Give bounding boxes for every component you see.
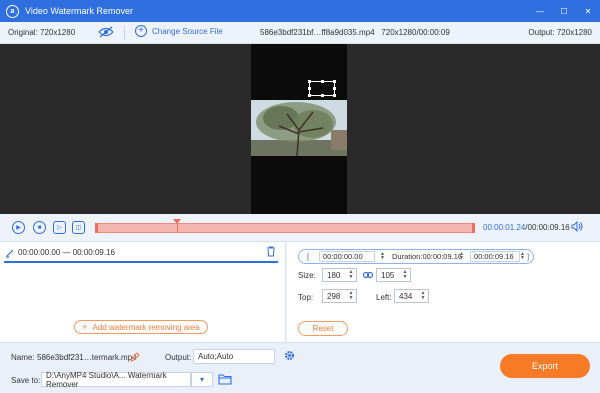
eraser-icon [5, 248, 15, 260]
bracket-end-icon[interactable]: ] [527, 252, 529, 261]
app-logo-icon: a [6, 4, 19, 18]
left-input[interactable]: 434 ▲ ▼ [394, 289, 429, 303]
maximize-button[interactable]: ☐ [552, 0, 576, 22]
end-time-spinner[interactable]: ▲ ▼ [520, 252, 525, 261]
eye-icon[interactable] [98, 26, 114, 40]
timeline-track[interactable] [95, 219, 475, 233]
change-source-button[interactable]: + Change Source File [135, 25, 223, 37]
segment-row[interactable]: 00:00:00.00 — 00:00:09.16 [4, 244, 278, 263]
left-label: Left: [376, 293, 392, 302]
time-range-bar: [ 00:00:00.00 ▲ ▼ Duration:00:00:09.16 ▲ ▼… [298, 249, 534, 264]
output-format-field[interactable]: Auto;Auto [193, 349, 275, 364]
export-button[interactable]: Export [500, 354, 590, 378]
output-name: 586e3bdf231…termark.mp4 [37, 353, 137, 362]
timecode: 00:00:01.24/00:00:09.16 [483, 223, 570, 232]
start-time-value: 00:00:00.00 [323, 252, 363, 261]
top-label: Top: [298, 293, 314, 302]
trim-end-handle[interactable] [472, 223, 475, 233]
duration-label: Duration:00:00:09.16 [392, 252, 463, 261]
height-input[interactable]: 105 ▲ ▼ [376, 268, 411, 282]
stop-icon[interactable]: ■ [33, 221, 46, 234]
start-time-spinner[interactable]: ▲ ▼ [380, 252, 385, 261]
trim-start-handle[interactable] [95, 223, 98, 233]
video-frame [251, 44, 347, 214]
segments-panel: 00:00:00.00 — 00:00:09.16 + Add watermar… [0, 242, 286, 342]
top-input[interactable]: 298 ▲ ▼ [322, 289, 357, 303]
end-time-field[interactable]: 00:00:09.16 [470, 251, 520, 262]
title-bar: a Video Watermark Remover — ☐ ✕ [0, 0, 600, 22]
play-icon[interactable]: ▶ [12, 221, 25, 234]
close-button[interactable]: ✕ [576, 0, 600, 22]
current-time: 00:00:01.24 [483, 223, 526, 232]
segment-range: 00:00:00.00 — 00:00:09.16 [18, 248, 115, 257]
add-area-label: Add watermark removing area [92, 322, 200, 332]
bracket-start-icon[interactable]: [ [307, 252, 309, 261]
watermark-selection-box[interactable] [308, 80, 336, 97]
width-input[interactable]: 180 ▲ ▼ [322, 268, 357, 282]
reset-button[interactable]: Reset [298, 321, 348, 336]
file-name: 586e3bdf231bf…ff8a9d035.mp4 [260, 28, 375, 37]
app-title: Video Watermark Remover [25, 6, 134, 16]
area-settings-panel: [ 00:00:00.00 ▲ ▼ Duration:00:00:09.16 ▲ ▼… [287, 242, 600, 342]
save-path-field[interactable]: D:\AnyMP4 Studio\A... Watermark Remover [41, 371, 191, 389]
next-frame-icon[interactable]: ▷ [53, 221, 66, 234]
start-time-field[interactable]: 00:00:00.00 [319, 251, 375, 262]
total-time: /00:00:09.16 [525, 223, 570, 232]
plus-icon: + [82, 322, 88, 332]
output-format-label: Output: [165, 353, 192, 362]
duration-spinner[interactable]: ▲ ▼ [459, 252, 464, 261]
save-path-dropdown[interactable]: ▾ [191, 372, 213, 387]
size-label: Size: [298, 271, 316, 280]
video-preview [0, 44, 600, 214]
link-icon[interactable] [362, 271, 374, 281]
trash-icon[interactable] [266, 246, 276, 259]
add-watermark-area-button[interactable]: + Add watermark removing area [74, 320, 208, 334]
name-label: Name: [11, 353, 35, 362]
divider [124, 26, 125, 40]
video-thumbnail [251, 100, 347, 156]
change-source-label: Change Source File [152, 26, 223, 36]
info-bar: Original: 720x1280 + Change Source File … [0, 22, 600, 44]
volume-icon[interactable] [571, 220, 583, 234]
playhead-line [177, 224, 178, 232]
plus-icon: + [135, 25, 147, 37]
output-settings-bar: Name: 586e3bdf231…termark.mp4 Output: Au… [0, 342, 600, 393]
original-resolution: Original: 720x1280 [8, 28, 76, 37]
save-to-label: Save to: [11, 376, 41, 385]
file-meta: 720x1280/00:00:09 [381, 28, 450, 37]
file-info: 586e3bdf231bf…ff8a9d035.mp4 720x1280/00:… [260, 28, 450, 37]
output-resolution: Output: 720x1280 [528, 28, 592, 37]
folder-icon[interactable] [218, 373, 232, 387]
loop-icon[interactable]: ◫ [72, 221, 85, 234]
end-time-value: 00:00:09.16 [474, 252, 514, 261]
edit-name-icon[interactable] [130, 352, 140, 364]
minimize-button[interactable]: — [528, 0, 552, 22]
gear-icon[interactable] [284, 350, 295, 363]
